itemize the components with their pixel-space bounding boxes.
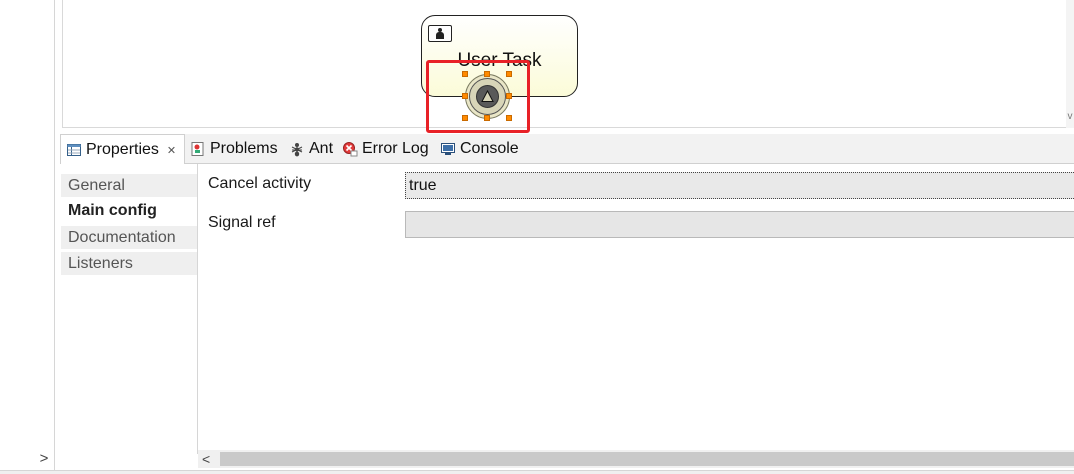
section-tab-main-config[interactable]: Main config bbox=[61, 199, 197, 223]
status-strip bbox=[0, 470, 1074, 474]
cancel-activity-label: Cancel activity bbox=[208, 175, 312, 192]
tab-label: Problems bbox=[210, 140, 278, 157]
tab-label: Error Log bbox=[362, 140, 429, 157]
tab-label: Properties bbox=[86, 141, 159, 158]
ant-icon bbox=[289, 141, 305, 157]
tab-error-log[interactable]: Error Log bbox=[342, 134, 429, 164]
scroll-down-icon[interactable]: v bbox=[1066, 110, 1074, 124]
signal-ref-field[interactable] bbox=[405, 211, 1074, 238]
section-tab-listeners[interactable]: Listeners bbox=[61, 252, 197, 276]
section-tab-documentation[interactable]: Documentation bbox=[61, 226, 197, 250]
tab-label: Ant bbox=[309, 140, 334, 157]
cancel-activity-field[interactable]: true bbox=[405, 172, 1074, 199]
section-tab-general[interactable]: General bbox=[61, 174, 197, 198]
user-icon bbox=[428, 25, 452, 42]
app-window: > v User Task Properties ✕ Problems Ant … bbox=[0, 0, 1074, 474]
selection-highlight bbox=[426, 60, 530, 133]
tab-properties[interactable]: Properties ✕ bbox=[60, 134, 185, 165]
expand-panel-icon[interactable]: > bbox=[36, 450, 52, 468]
console-icon bbox=[440, 141, 456, 157]
signal-ref-label: Signal ref bbox=[208, 214, 276, 231]
property-section-tabs: General Main config Documentation Listen… bbox=[60, 164, 198, 454]
properties-icon bbox=[66, 142, 82, 158]
tab-label: Console bbox=[460, 140, 519, 157]
close-icon[interactable]: ✕ bbox=[167, 144, 176, 157]
scroll-left-icon[interactable]: < bbox=[202, 450, 210, 468]
view-tab-bar: Properties ✕ Problems Ant Error Log Cons… bbox=[60, 134, 1074, 165]
scrollbar-thumb[interactable] bbox=[220, 452, 1074, 466]
tab-problems[interactable]: Problems bbox=[190, 134, 278, 164]
left-panel bbox=[0, 0, 55, 474]
canvas-vertical-scrollbar[interactable] bbox=[1066, 0, 1074, 128]
problems-icon bbox=[190, 141, 206, 157]
tab-ant[interactable]: Ant bbox=[289, 134, 333, 164]
error-log-icon bbox=[342, 141, 358, 157]
horizontal-scrollbar[interactable]: < bbox=[198, 450, 1074, 468]
tab-console[interactable]: Console bbox=[440, 134, 519, 164]
